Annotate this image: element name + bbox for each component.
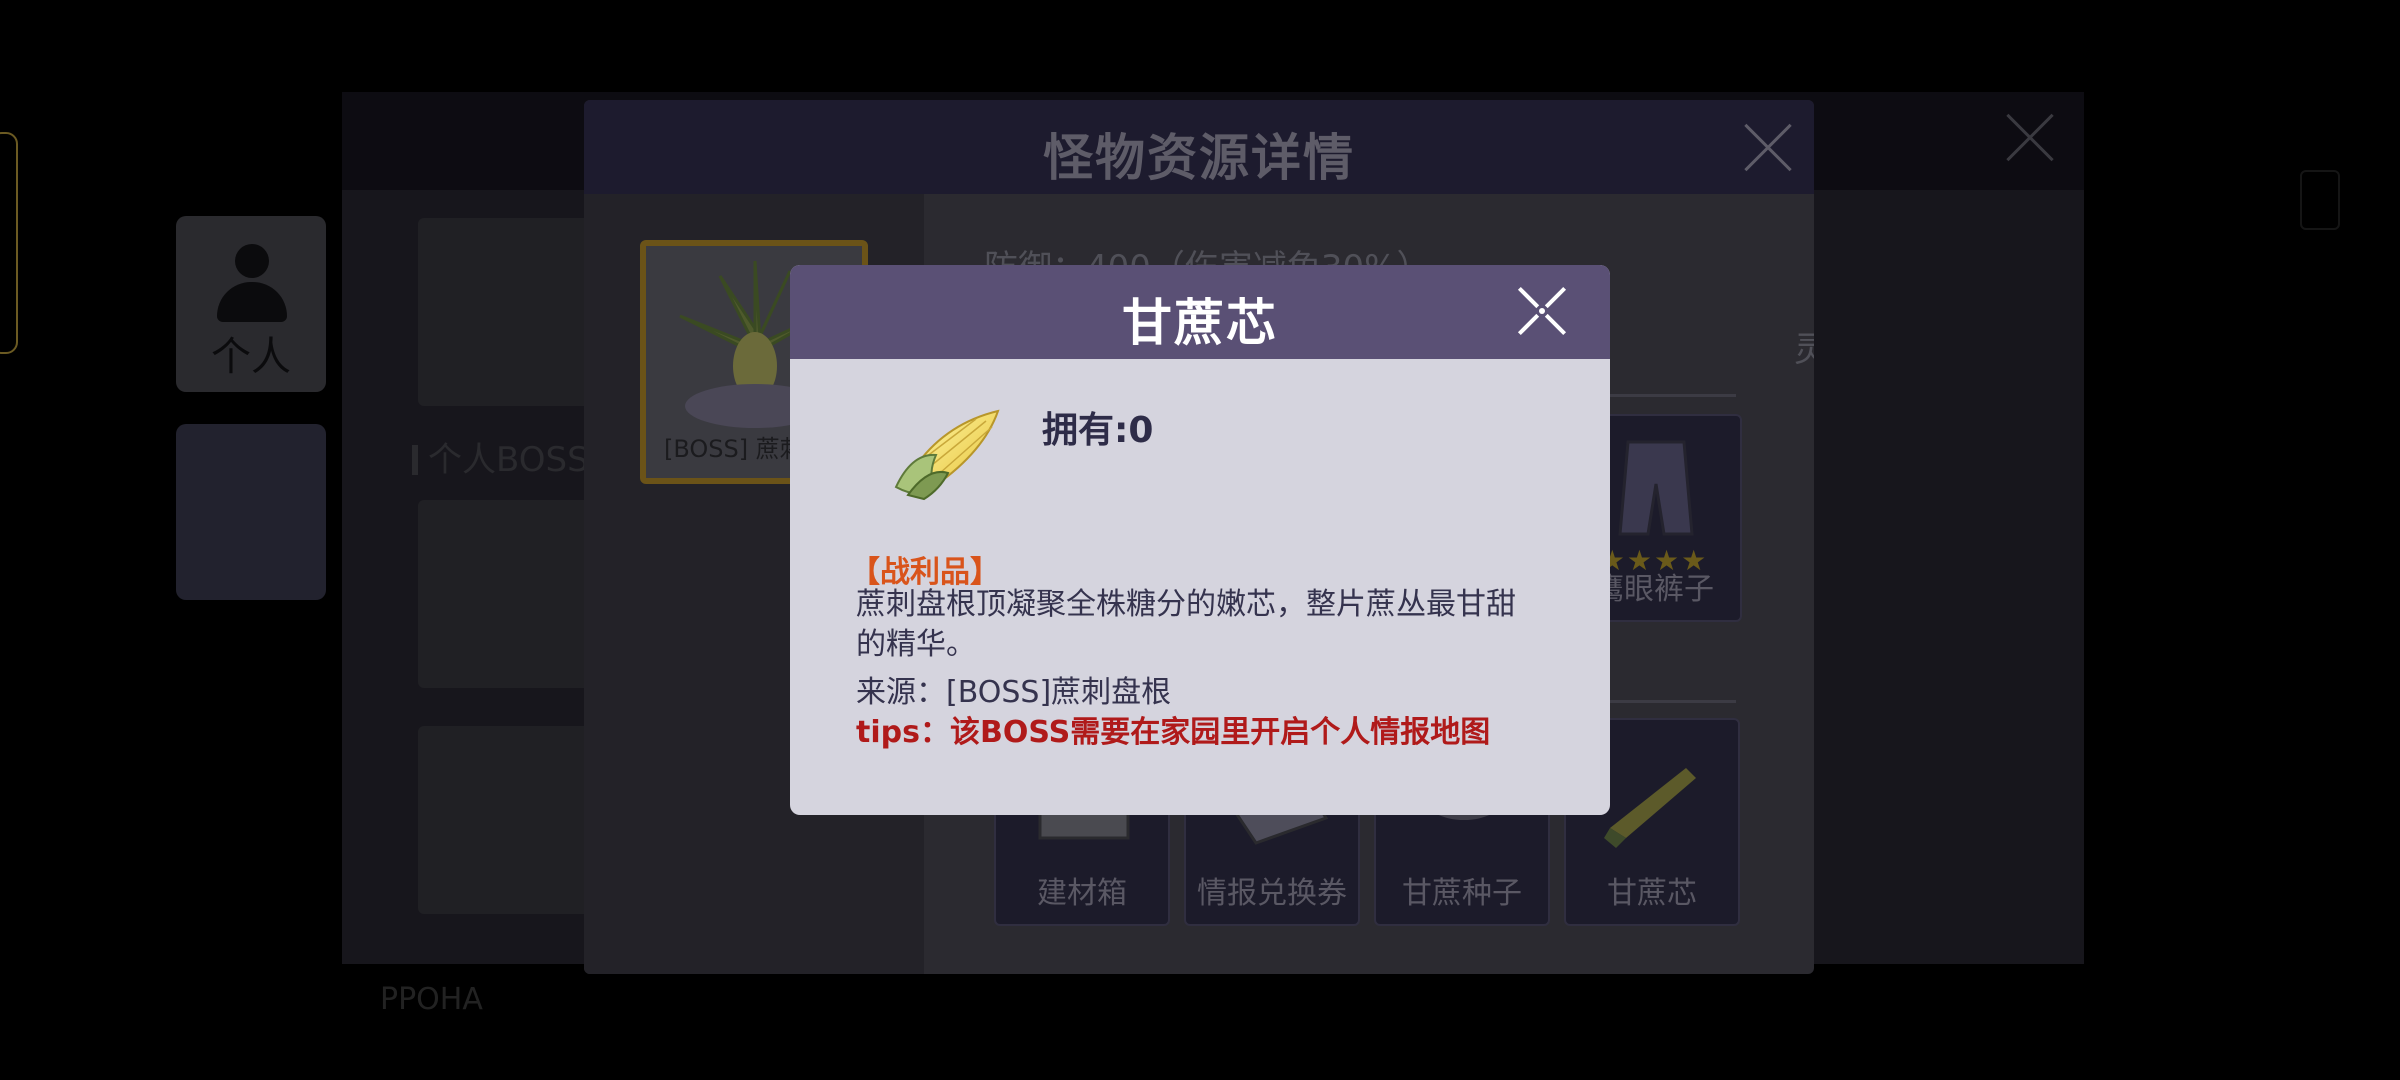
loot-item-name: 甘蔗种子 — [1402, 876, 1522, 911]
background-close-icon[interactable] — [2004, 112, 2056, 164]
side-tab-label: 个人 — [211, 334, 291, 380]
item-source: 来源：[BOSS]蔗刺盘根 — [856, 675, 1172, 710]
loot-item-name: 甘蔗芯 — [1607, 876, 1697, 911]
item-dialog-header: 甘蔗芯 — [790, 265, 1610, 359]
item-description: 蔗刺盘根顶凝聚全株糖分的嫩芯，整片蔗丛最甘甜的精华。 — [856, 587, 1516, 662]
person-icon — [217, 244, 287, 324]
side-tab-personal[interactable]: 个人 — [176, 216, 326, 392]
sugarcane-core-icon — [894, 409, 1000, 501]
close-icon[interactable] — [1517, 286, 1567, 336]
left-edge-frame — [0, 132, 18, 354]
monster-dialog-header: 怪物资源详情 — [584, 100, 1814, 194]
item-detail-dialog: 甘蔗芯 拥有:0 【战利品】 蔗刺盘根顶凝聚全株糖分的嫩芯，整片蔗丛最甘甜的精华… — [790, 265, 1610, 815]
loot-item-name: 情报兑换券 — [1197, 876, 1347, 911]
stat-fragment: 灵) — [1794, 330, 1814, 370]
side-tab-second[interactable] — [176, 424, 326, 600]
boss-card-label: [BOSS] 蔗刺 — [664, 435, 804, 463]
monster-dialog-close-icon[interactable] — [1742, 122, 1794, 174]
owned-count: 拥有:0 — [1042, 410, 1154, 451]
item-dialog-title: 甘蔗芯 — [1122, 294, 1278, 352]
footer-text: PPOHA — [380, 982, 483, 1017]
monster-dialog-title: 怪物资源详情 — [1043, 129, 1355, 187]
section-title: 个人BOSS — [412, 432, 589, 481]
background-side-icon — [2300, 170, 2340, 230]
loot-item-name: 建材箱 — [1037, 876, 1127, 911]
item-tips: tips：该BOSS需要在家园里开启个人情报地图 — [856, 715, 1491, 750]
